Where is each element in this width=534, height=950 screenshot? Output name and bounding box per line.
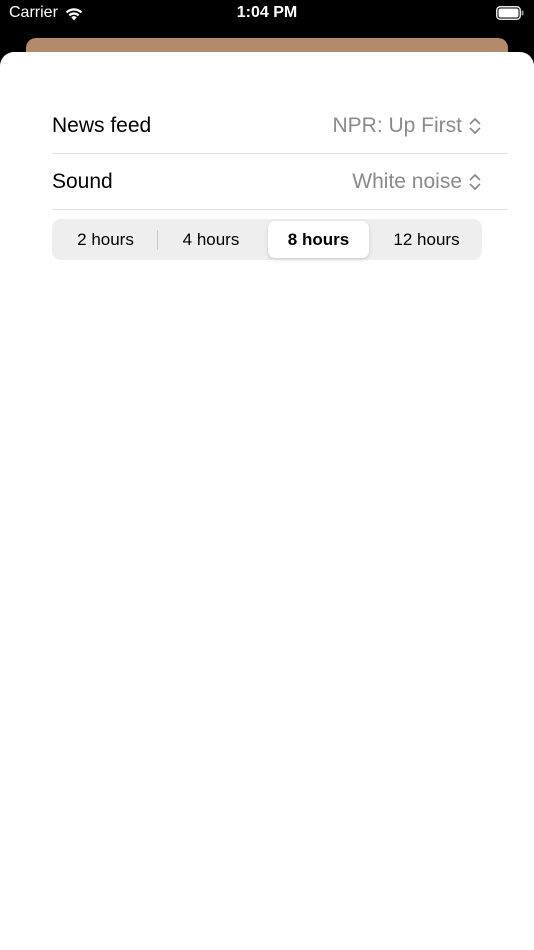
- sound-value: White noise: [352, 169, 462, 193]
- sound-row: Sound White noise: [52, 154, 508, 210]
- news-feed-label: News feed: [52, 113, 152, 137]
- news-feed-row: News feed NPR: Up First: [52, 98, 508, 154]
- segment-divider: [157, 230, 158, 250]
- news-feed-picker[interactable]: NPR: Up First: [332, 114, 482, 138]
- status-time: 1:04 PM: [236, 4, 298, 21]
- segment-8-hours-selected[interactable]: 8 hours: [268, 221, 369, 258]
- sound-picker[interactable]: White noise: [352, 170, 482, 194]
- settings-sheet: News feed NPR: Up First Sound White nois…: [0, 52, 534, 950]
- sound-label: Sound: [52, 169, 113, 193]
- segment-4-hours[interactable]: 4 hours: [159, 221, 263, 258]
- chevron-up-down-icon: [469, 117, 481, 134]
- segment-12-hours[interactable]: 12 hours: [373, 221, 480, 258]
- segment-2-hours[interactable]: 2 hours: [54, 221, 157, 258]
- status-bar: Carrier 1:04 PM: [0, 0, 534, 30]
- news-feed-value: NPR: Up First: [332, 113, 462, 137]
- chevron-up-down-icon: [469, 173, 481, 190]
- battery-icon: [496, 6, 524, 20]
- app-screen: Carrier 1:04 PM News feed NPR: Up First: [0, 0, 534, 950]
- duration-segmented-control: 2 hours 4 hours 8 hours 12 hours: [52, 219, 482, 260]
